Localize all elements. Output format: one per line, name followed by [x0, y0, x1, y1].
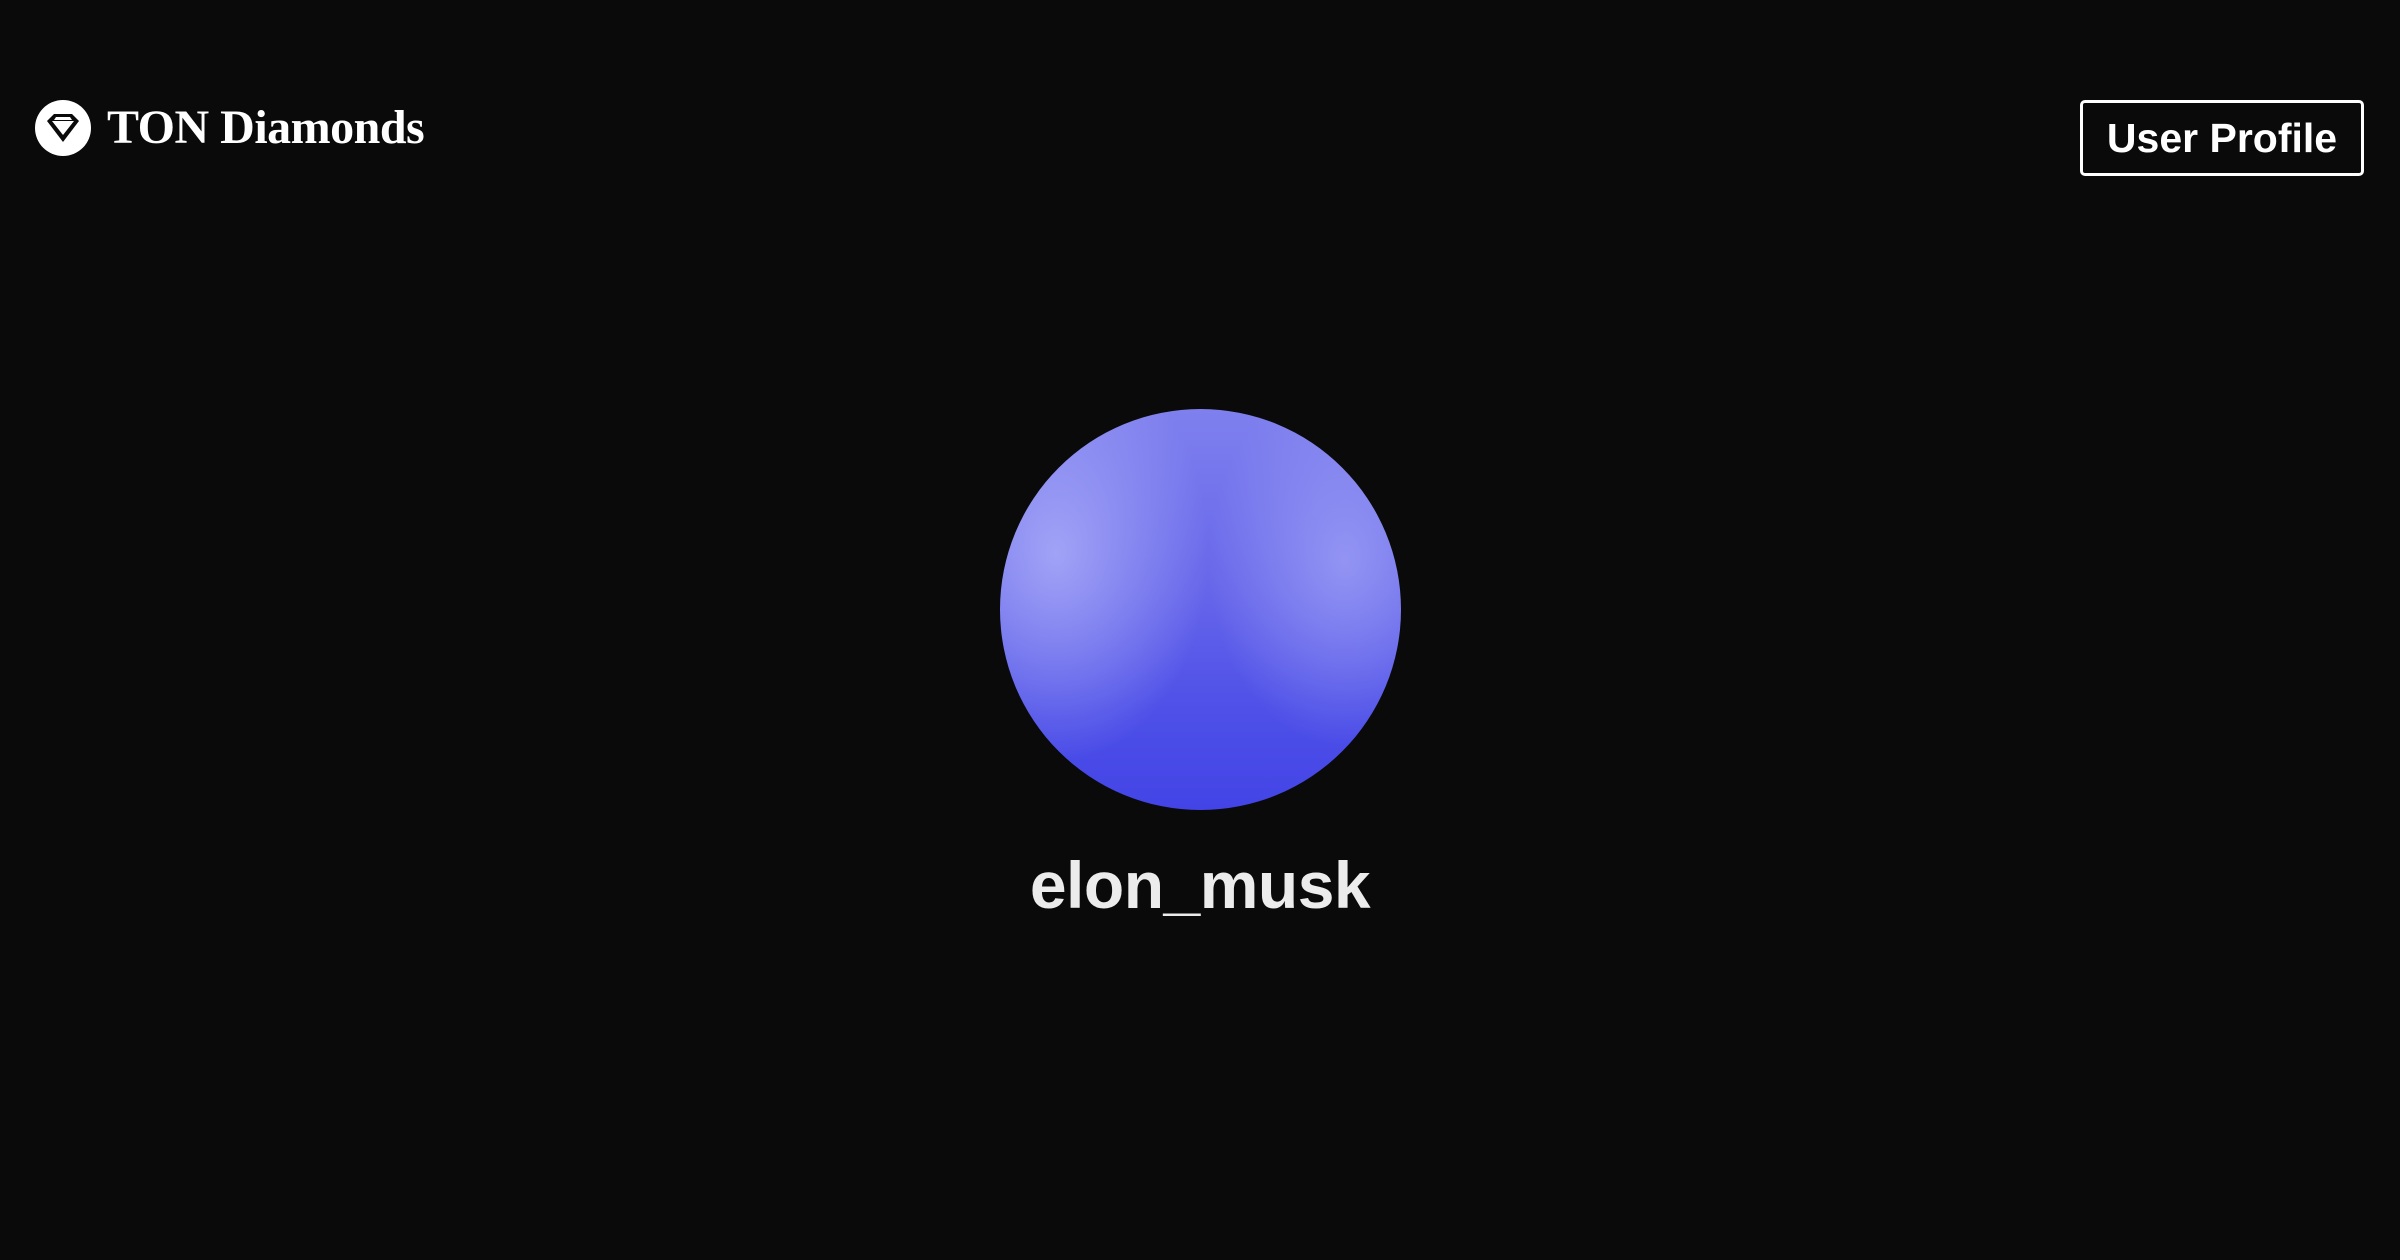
- avatar: [1000, 409, 1401, 810]
- diamond-icon: [35, 100, 91, 156]
- brand-name: TON Diamonds: [107, 101, 425, 154]
- user-profile-button[interactable]: User Profile: [2080, 100, 2364, 176]
- username: elon_musk: [1029, 848, 1371, 922]
- brand-logo[interactable]: TON Diamonds: [35, 98, 425, 158]
